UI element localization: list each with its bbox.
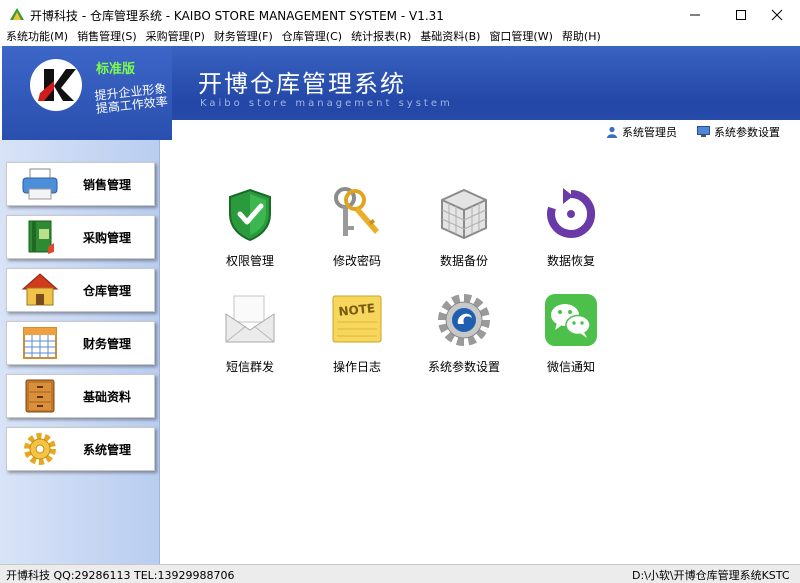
menu-sales[interactable]: 销售管理(S) (77, 28, 137, 44)
tile-operation-log[interactable]: NOTE 操作日志 (307, 292, 397, 382)
app-icon (10, 8, 24, 20)
menu-help[interactable]: 帮助(H) (562, 28, 601, 44)
gear-icon (24, 433, 56, 465)
menu-window[interactable]: 窗口管理(W) (489, 28, 552, 44)
slogan: 提升企业形象 提高工作效率 (94, 81, 168, 115)
minimize-icon (690, 14, 700, 16)
status-bar: 开博科技 QQ:29286113 TEL:13929988706 D:\小软\开… (0, 564, 800, 583)
calendar-icon (23, 327, 57, 359)
system-settings-link[interactable]: 系统参数设置 (697, 124, 780, 140)
sidebar: 销售管理 采购管理 仓库管理 财务管理 基础资料 系统管理 (0, 140, 160, 564)
window-title: 开博科技 - 仓库管理系统 - KAIBO STORE MANAGEMENT S… (30, 9, 444, 23)
cube-icon (441, 188, 487, 240)
printer-icon (22, 168, 58, 200)
logo-panel: 标准版 提升企业形象 提高工作效率 (2, 46, 172, 140)
sidebar-item-label: 系统管理 (83, 443, 132, 457)
menu-purchase[interactable]: 采购管理(P) (146, 28, 205, 44)
settings-label: 系统参数设置 (714, 126, 780, 139)
menu-warehouse[interactable]: 仓库管理(C) (282, 28, 342, 44)
tile-label: 短信群发 (225, 360, 274, 374)
sidebar-item-label: 基础资料 (83, 390, 132, 404)
logo (30, 59, 82, 111)
gear-icon (438, 294, 490, 346)
sidebar-item-system[interactable]: 系统管理 (6, 427, 155, 471)
menu-bar: 系统功能(M) 销售管理(S) 采购管理(P) 财务管理(F) 仓库管理(C) … (0, 26, 800, 46)
sidebar-item-label: 仓库管理 (83, 284, 132, 298)
user-link[interactable]: 系统管理员 (606, 124, 677, 140)
sidebar-item-label: 销售管理 (83, 178, 132, 192)
tile-label: 系统参数设置 (427, 360, 500, 374)
tile-wechat-notify[interactable]: 微信通知 (521, 292, 611, 382)
tile-label: 微信通知 (546, 360, 595, 374)
edition-label: 标准版 (96, 62, 136, 77)
tile-system-settings[interactable]: 系统参数设置 (414, 292, 504, 382)
restore-icon (547, 188, 596, 238)
status-path: D:\小软\开博仓库管理系统KSTC (632, 569, 790, 582)
system-subtitle: Kaibo store management system (200, 98, 453, 109)
user-label: 系统管理员 (622, 126, 677, 139)
sidebar-item-label: 采购管理 (83, 231, 132, 245)
tile-label: 操作日志 (332, 360, 381, 374)
keys-icon (334, 187, 379, 236)
tile-label: 数据恢复 (546, 254, 595, 268)
main-panel: 权限管理 修改密码 数据备份 数据恢复 短信群发 NOTE 操作日志 系统参数设… (160, 140, 800, 564)
tile-permissions[interactable]: 权限管理 (200, 186, 290, 276)
status-company-info: 开博科技 QQ:29286113 TEL:13929988706 (6, 569, 235, 582)
book-icon (28, 220, 54, 254)
sidebar-item-sales[interactable]: 销售管理 (6, 162, 155, 206)
envelope-icon (225, 295, 275, 343)
menu-finance[interactable]: 财务管理(F) (214, 28, 273, 44)
tile-label: 权限管理 (225, 254, 274, 268)
tile-data-backup[interactable]: 数据备份 (414, 186, 504, 276)
shield-check-icon (229, 188, 271, 242)
tile-data-restore[interactable]: 数据恢复 (521, 186, 611, 276)
header-banner: 标准版 提升企业形象 提高工作效率 开博仓库管理系统 Kaibo store m… (2, 46, 800, 140)
monitor-icon (697, 126, 710, 137)
user-icon (607, 126, 617, 138)
menu-reports[interactable]: 统计报表(R) (351, 28, 411, 44)
note-icon: NOTE (332, 295, 382, 343)
system-title: 开博仓库管理系统 (198, 70, 406, 98)
sidebar-item-purchase[interactable]: 采购管理 (6, 215, 155, 259)
cabinet-icon (25, 379, 55, 413)
house-icon (21, 273, 59, 306)
close-icon (771, 9, 783, 21)
sidebar-item-warehouse[interactable]: 仓库管理 (6, 268, 155, 312)
sidebar-item-label: 财务管理 (83, 337, 132, 351)
tile-label: 修改密码 (332, 254, 381, 268)
wechat-icon (545, 294, 597, 346)
sidebar-item-finance[interactable]: 财务管理 (6, 321, 155, 365)
menu-basic-data[interactable]: 基础资料(B) (420, 28, 480, 44)
tile-change-password[interactable]: 修改密码 (307, 186, 397, 276)
sidebar-item-basic-data[interactable]: 基础资料 (6, 374, 155, 418)
menu-system[interactable]: 系统功能(M) (6, 28, 68, 44)
maximize-icon (736, 10, 746, 20)
tile-label: 数据备份 (439, 254, 488, 268)
logo-k-icon (38, 69, 76, 101)
tile-sms-broadcast[interactable]: 短信群发 (200, 292, 290, 382)
